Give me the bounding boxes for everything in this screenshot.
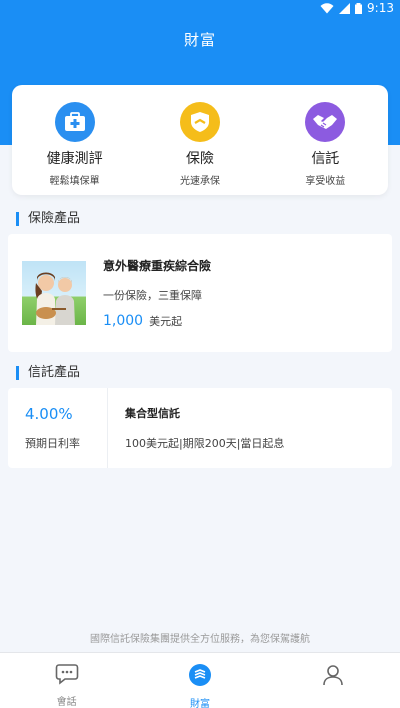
medical-kit-icon <box>54 102 95 142</box>
quick-action-health-assessment[interactable]: 健康測評 輕鬆填保單 <box>12 85 137 195</box>
handshake-icon <box>305 102 346 142</box>
quick-action-sub: 光速承保 <box>179 176 220 187</box>
shield-icon <box>179 102 220 142</box>
price-value: 1,000 <box>103 313 144 329</box>
status-bar: 9:13 <box>0 0 400 16</box>
trust-rate-label: 預期日利率 <box>25 437 80 450</box>
quick-actions-card: 健康測評 輕鬆填保單 保險 光速承保 信託 享受收益 <box>12 85 388 195</box>
trust-rate-block: 4.00% 預期日利率 <box>8 388 108 468</box>
status-time: 9:13 <box>367 1 394 15</box>
tab-chat[interactable]: 會話 <box>0 653 133 708</box>
insurance-section-title: 保險產品 <box>16 212 80 226</box>
quick-action-trust[interactable]: 信託 享受收益 <box>263 85 388 195</box>
chat-icon <box>55 663 79 689</box>
bottom-tab-bar: 會話 財富 <box>0 652 400 708</box>
quick-action-label: 信託 <box>311 151 340 167</box>
trust-product-name: 集合型信託 <box>125 407 180 420</box>
quick-action-insurance[interactable]: 保險 光速承保 <box>137 85 262 195</box>
trust-product-card[interactable]: 4.00% 預期日利率 集合型信託 100美元起|期限200天|當日起息 <box>8 388 392 468</box>
insurance-product-name: 意外醫療重疾綜合險 <box>103 259 212 273</box>
quick-action-sub: 享受收益 <box>305 176 346 187</box>
tab-profile[interactable] <box>267 653 400 708</box>
signal-icon <box>339 2 351 14</box>
tab-label: 財富 <box>189 699 210 708</box>
insurance-product-desc: 一份保險，三重保障 <box>103 289 202 302</box>
wifi-icon <box>320 2 334 14</box>
tab-wealth[interactable]: 財富 <box>133 653 266 708</box>
footer-note: 國際信託保險集團提供全方位服務，為您保駕護航 <box>90 634 310 645</box>
price-unit: 美元起 <box>149 315 183 328</box>
profile-icon <box>321 663 345 691</box>
quick-action-sub: 輕鬆填保單 <box>49 176 100 187</box>
insurance-product-image <box>22 261 86 325</box>
quick-action-label: 保險 <box>185 151 214 167</box>
quick-action-label: 健康測評 <box>46 151 103 167</box>
trust-product-desc: 100美元起|期限200天|當日起息 <box>125 437 285 450</box>
trust-section-title: 信託產品 <box>16 366 80 380</box>
trust-info-block: 集合型信託 100美元起|期限200天|當日起息 <box>108 388 284 468</box>
battery-icon <box>355 2 363 14</box>
insurance-product-price: 1,000 美元起 <box>103 313 211 329</box>
trust-rate-value: 4.00% <box>25 405 73 423</box>
insurance-product-card[interactable]: 意外醫療重疾綜合險 一份保險，三重保障 1,000 美元起 <box>8 234 392 352</box>
page-title: 財富 <box>183 31 216 49</box>
tab-label: 會話 <box>56 697 77 708</box>
insurance-product-info: 意外醫療重疾綜合險 一份保險，三重保障 1,000 美元起 <box>103 257 211 329</box>
wealth-icon <box>188 663 212 691</box>
